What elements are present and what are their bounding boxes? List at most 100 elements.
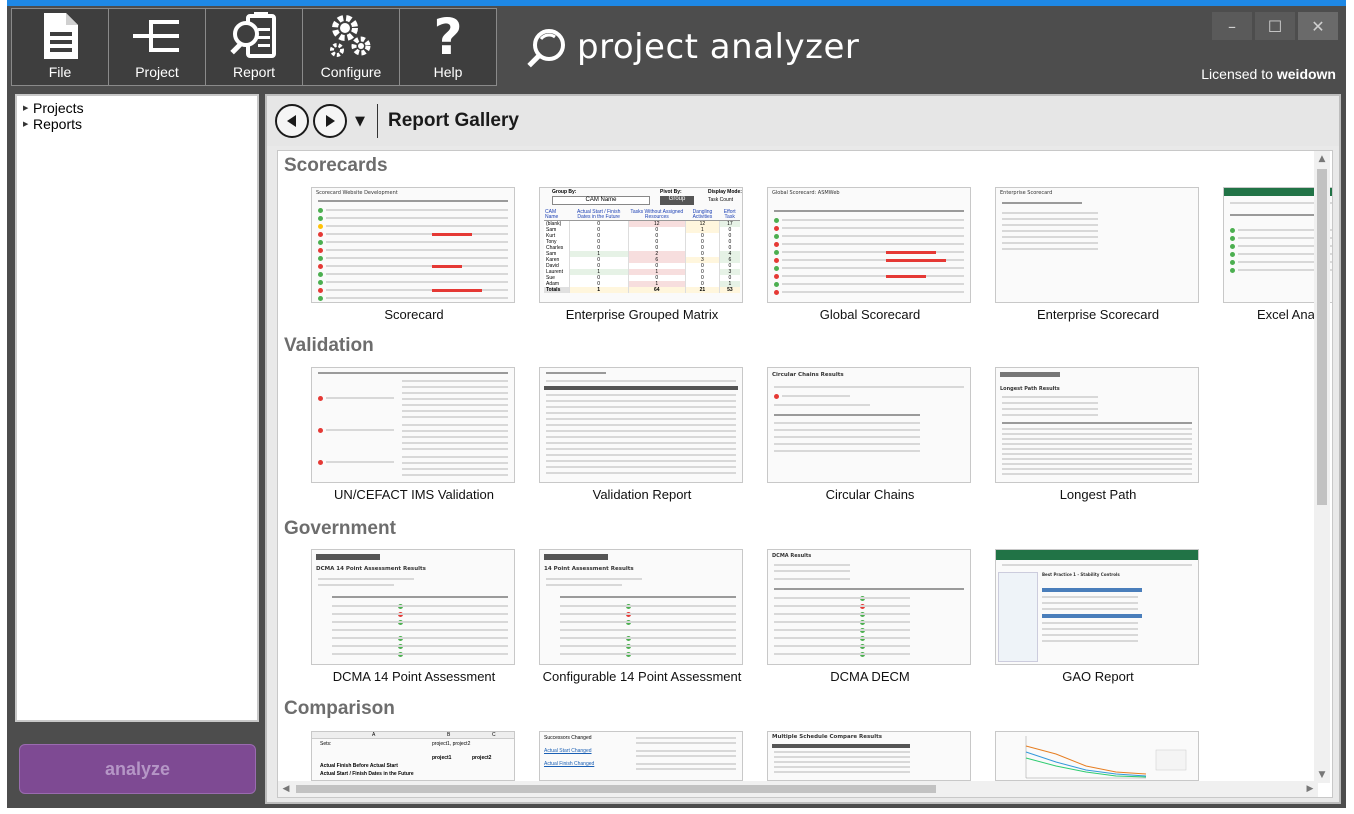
- report-card-comparison-1[interactable]: A B C Sets: project1, project2 project1 …: [311, 731, 517, 781]
- scroll-right-arrow-icon[interactable]: ▶: [1302, 781, 1318, 797]
- history-dropdown-icon[interactable]: ▼: [355, 114, 365, 129]
- thumb-col-b: B: [447, 732, 451, 738]
- thumb-cam-name: CAM Name: [552, 196, 650, 205]
- report-card-caption: UN/CEFACT IMS Validation: [334, 487, 494, 502]
- thumb-projects: project1, project2: [432, 741, 471, 747]
- report-card-global-scorecard[interactable]: Global Scorecard: ASMWeb Global Scorecar…: [767, 187, 973, 322]
- thumb-group: Group: [660, 196, 694, 205]
- report-card-caption: DCMA DECM: [830, 669, 910, 684]
- report-button[interactable]: Report: [205, 8, 303, 86]
- thumb-successors-changed: Successors Changed: [544, 735, 592, 741]
- back-button[interactable]: [275, 104, 309, 138]
- help-button[interactable]: ? Help: [399, 8, 497, 86]
- report-card-un-cefact-ims-validation[interactable]: UN/CEFACT IMS Validation: [311, 367, 517, 502]
- expand-triangle-icon[interactable]: ▶: [23, 104, 33, 112]
- thumb-title: DCMA Results: [772, 553, 812, 559]
- matrix-header-cell: CAM Name: [544, 210, 570, 221]
- help-button-label: Help: [433, 64, 463, 80]
- report-card-caption: Validation Report: [592, 487, 692, 502]
- report-card-longest-path[interactable]: Longest Path Results Longest Path: [995, 367, 1201, 502]
- forward-arrow-icon: [326, 115, 335, 127]
- matrix-cell: 1: [568, 287, 629, 293]
- report-button-label: Report: [232, 64, 276, 80]
- back-arrow-icon: [287, 115, 296, 127]
- thumb-title: Global Scorecard: ASMWeb: [772, 190, 840, 196]
- thumb-pivot-by: Pivot By:: [660, 189, 682, 195]
- tree-item-reports[interactable]: ▶ Reports: [23, 116, 251, 132]
- thumb-title: Scorecard Website Development: [316, 190, 398, 196]
- report-thumbnail: Successors Changed Actual Start Changed …: [539, 731, 743, 781]
- gallery-nav-bar: ▼ Report Gallery: [267, 96, 1339, 146]
- thumb-actual-start-changed: Actual Start Changed: [544, 748, 592, 754]
- report-card-enterprise-grouped-matrix[interactable]: Group By: CAM Name Pivot By: Group Displ…: [539, 187, 745, 322]
- minimize-button[interactable]: –: [1212, 12, 1252, 40]
- svg-text:?: ?: [433, 10, 462, 62]
- logo-icon: [527, 29, 565, 68]
- thumb-task-count: Task Count: [708, 197, 734, 203]
- matrix-row: Totals 1 64 21 53: [544, 287, 740, 293]
- report-magnifier-icon: [230, 12, 276, 58]
- thumb-title: DCMA 14 Point Assessment Results: [316, 566, 426, 572]
- configure-button-label: Configure: [320, 64, 382, 80]
- license-prefix: Licensed to: [1201, 66, 1273, 82]
- section-title-scorecards: Scorecards: [284, 155, 388, 176]
- report-card-comparison-2[interactable]: Successors Changed Actual Start Changed …: [539, 731, 745, 781]
- scroll-up-arrow-icon[interactable]: ▲: [1314, 151, 1330, 167]
- section-title-validation: Validation: [284, 335, 374, 356]
- configure-button[interactable]: Configure: [302, 8, 400, 86]
- app-window: File Project Report Configure ? Help pro…: [7, 0, 1346, 808]
- report-card-caption: Longest Path: [1059, 487, 1137, 502]
- matrix-header-cell: Actual Start / Finish Dates in the Futur…: [569, 210, 629, 221]
- thumb-col-a: A: [372, 732, 376, 738]
- horizontal-scrollbar[interactable]: ◀ ▶: [278, 781, 1318, 797]
- matrix-cell: 64: [627, 287, 686, 293]
- thumb-group-by: Group By:: [552, 189, 577, 195]
- thumb-p2: project2: [472, 755, 492, 761]
- scroll-left-arrow-icon[interactable]: ◀: [278, 781, 294, 797]
- question-icon: ?: [433, 10, 462, 62]
- project-button[interactable]: Project: [108, 8, 206, 86]
- matrix-header-cell: Tasks Without Assigned Resources: [628, 210, 686, 221]
- horizontal-scroll-thumb[interactable]: [296, 785, 936, 793]
- gears-icon: [330, 15, 371, 57]
- thumb-title: Longest Path Results: [1000, 386, 1060, 392]
- forward-button[interactable]: [313, 104, 347, 138]
- report-card-caption: DCMA 14 Point Assessment: [332, 669, 496, 684]
- analyze-button[interactable]: analyze: [19, 744, 256, 794]
- matrix-header-cell: Dangling Activities: [685, 210, 720, 221]
- file-button[interactable]: File: [11, 8, 109, 86]
- report-thumbnail: Enterprise Scorecard: [995, 187, 1199, 303]
- report-card-caption: Enterprise Grouped Matrix: [565, 307, 719, 322]
- thumb-title: Enterprise Scorecard: [1000, 190, 1053, 196]
- gallery-title: Report Gallery: [388, 110, 519, 131]
- thumb-title: Circular Chains Results: [772, 372, 844, 378]
- brand-name: project analyzer: [577, 27, 860, 67]
- vertical-scrollbar[interactable]: ▲ ▼: [1314, 151, 1330, 783]
- license-user: weidown: [1276, 66, 1336, 82]
- vertical-scroll-thumb[interactable]: [1317, 169, 1327, 505]
- report-card-comparison-3[interactable]: Multiple Schedule Compare Results: [767, 731, 973, 781]
- report-thumbnail: Multiple Schedule Compare Results: [767, 731, 971, 781]
- report-card-dcma-decm[interactable]: DCMA Results DCMA DECM: [767, 549, 973, 684]
- report-card-validation-report[interactable]: Validation Report: [539, 367, 745, 502]
- report-card-enterprise-scorecard[interactable]: Enterprise Scorecard Enterprise Scorecar…: [995, 187, 1201, 322]
- report-card-dcma-14-point-assessment[interactable]: DCMA 14 Point Assessment Results DCMA 14…: [311, 549, 517, 684]
- license-info: Licensed to weidown: [1201, 66, 1336, 82]
- report-card-circular-chains[interactable]: Circular Chains Results Circular Chains: [767, 367, 973, 502]
- expand-triangle-icon[interactable]: ▶: [23, 120, 33, 128]
- report-thumbnail: 14 Point Assessment Results: [539, 549, 743, 665]
- report-card-gao-report[interactable]: Best Practice 1 - Stability Controls GAO…: [995, 549, 1201, 684]
- report-thumbnail: DCMA Results: [767, 549, 971, 665]
- report-card-caption: GAO Report: [1062, 669, 1134, 684]
- maximize-button[interactable]: ☐: [1255, 12, 1295, 40]
- thumb-actual-finish-changed: Actual Finish Changed: [544, 761, 595, 767]
- tree-item-projects[interactable]: ▶ Projects: [23, 100, 251, 116]
- report-card-configurable-14-point-assessment[interactable]: 14 Point Assessment Results Configurable…: [539, 549, 745, 684]
- report-card-caption: Global Scorecard: [819, 307, 921, 322]
- report-thumbnail: Best Practice 1 - Stability Controls: [995, 549, 1199, 665]
- report-card-scorecard[interactable]: Scorecard Website Development Scorecard: [311, 187, 517, 322]
- close-button[interactable]: ✕: [1298, 12, 1338, 40]
- brand-logo: project analyzer: [523, 22, 859, 72]
- report-thumbnail: [995, 731, 1199, 781]
- report-card-comparison-4[interactable]: [995, 731, 1201, 781]
